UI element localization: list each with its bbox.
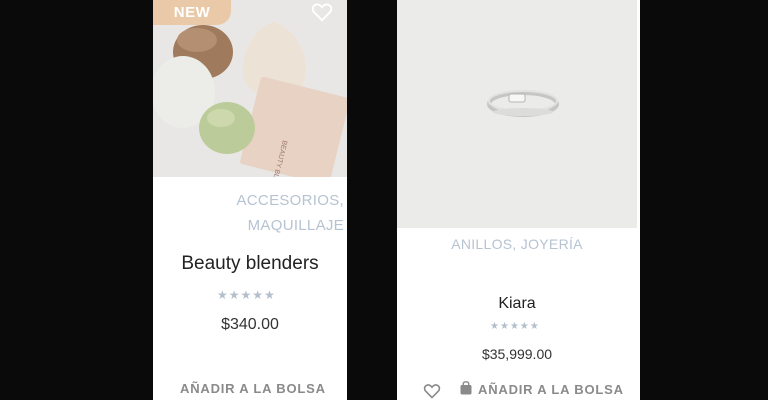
product-card-beauty-blenders: BEAUTY BLENDERS NEW ACCESORIOS, MAQUILLA… xyxy=(153,0,347,400)
star-icon: ★ xyxy=(519,321,529,332)
star-icon: ★ xyxy=(252,288,264,302)
category-link-anillos-joyeria[interactable]: ANILLOS, JOYERÍA xyxy=(397,236,637,252)
add-to-cart-button[interactable]: AÑADIR A LA BOLSA xyxy=(180,381,326,396)
beauty-blenders-photo: BEAUTY BLENDERS xyxy=(153,0,347,177)
star-icon: ★ xyxy=(264,288,275,302)
add-to-cart-label: AÑADIR A LA BOLSA xyxy=(478,382,624,397)
add-to-cart-button[interactable]: AÑADIR A LA BOLSA xyxy=(460,381,624,398)
product-image-beauty-blenders[interactable]: BEAUTY BLENDERS xyxy=(153,0,347,177)
product-image-kiara[interactable] xyxy=(397,0,637,228)
new-badge: NEW xyxy=(153,0,231,25)
product-title[interactable]: Kiara xyxy=(397,295,637,313)
star-rating: ★ ★ ★ ★ ★ xyxy=(217,288,275,302)
star-icon: ★ xyxy=(217,288,228,302)
shopping-bag-icon xyxy=(460,381,472,398)
product-card-kiara: ANILLOS, JOYERÍA Kiara ★ ★ ★ ★ ★ $35,999… xyxy=(397,0,640,400)
product-price: $340.00 xyxy=(221,316,279,333)
product-title[interactable]: Beauty blenders xyxy=(153,253,347,275)
category-link-accesorios[interactable]: ACCESORIOS, xyxy=(237,188,345,214)
star-icon: ★ xyxy=(228,288,240,302)
star-icon: ★ xyxy=(490,321,499,332)
star-icon: ★ xyxy=(499,321,509,332)
star-rating: ★ ★ ★ ★ ★ xyxy=(490,321,539,332)
star-icon: ★ xyxy=(529,321,539,332)
add-to-cart-label: AÑADIR A LA BOLSA xyxy=(180,381,326,396)
star-icon: ★ xyxy=(240,288,252,302)
category-link-maquillaje[interactable]: MAQUILLAJE xyxy=(248,213,344,239)
heart-outline-icon[interactable] xyxy=(423,383,441,399)
heart-outline-icon[interactable] xyxy=(311,2,335,24)
ring-photo xyxy=(397,0,637,228)
product-price: $35,999.00 xyxy=(481,346,553,362)
star-icon: ★ xyxy=(509,321,519,332)
